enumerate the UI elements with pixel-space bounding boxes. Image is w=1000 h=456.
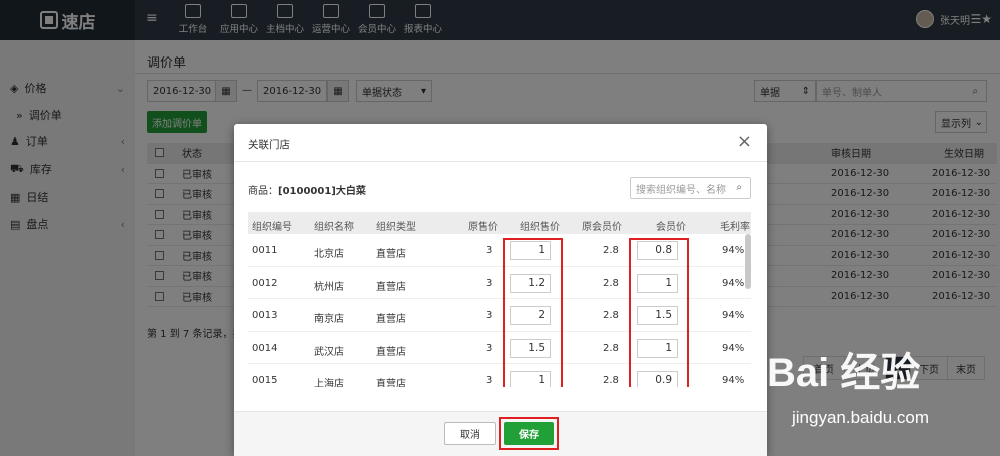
col-orig-price: 原售价 [468,222,498,233]
cell-orig-member-price: 2.8 [603,277,619,289]
cell-orig-price: 3 [486,277,493,289]
cell-margin: 94% [722,277,745,289]
cell-orig-member-price: 2.8 [603,245,619,256]
col-org-price: 组织售价 [520,222,560,233]
col-member-price: 会员价 [656,222,686,233]
cell-orig-member-price: 2.8 [603,342,619,354]
store-search-input[interactable]: 搜索组织编号、名称 ⌕ [630,177,751,199]
cell-margin: 94% [722,245,745,256]
col-margin: 毛利率 [720,222,750,233]
cell-orig-price: 3 [486,310,493,321]
search-icon[interactable]: ⌕ [736,182,742,193]
cell-orig-price: 3 [486,245,493,256]
cell-org-type: 直营店 [376,281,406,293]
scrollbar[interactable] [745,234,751,289]
close-icon[interactable]: × [737,131,752,152]
cell-orig-price: 3 [486,375,493,386]
watermark-url: jingyan.baidu.com [792,408,930,427]
watermark-logo: Bai 经验 [767,351,921,395]
cell-org-name: 上海店 [314,379,344,387]
highlight-member-price [629,238,689,387]
cell-org-code: 0012 [252,277,278,289]
col-org-type: 组织类型 [376,222,416,233]
col-org-name: 组织名称 [314,222,354,233]
cell-orig-member-price: 2.8 [603,310,619,321]
cell-orig-price: 3 [486,342,493,354]
cell-org-name: 杭州店 [314,281,344,293]
cell-orig-member-price: 2.8 [603,375,619,386]
highlight-save [499,417,559,450]
store-price-table: 组织编号 组织名称 组织类型 原售价 组织售价 原会员价 会员价 毛利率 001… [248,212,751,387]
cell-org-name: 南京店 [314,314,344,325]
cell-org-name: 北京店 [314,249,344,260]
col-org-code: 组织编号 [252,222,292,233]
cell-org-code: 0014 [252,342,278,354]
cell-org-code: 0011 [252,245,278,256]
cell-margin: 94% [722,342,745,354]
related-stores-modal: 关联门店 × 商品：[0100001]大白菜 搜索组织编号、名称 ⌕ 组织编号 组… [234,124,767,456]
product-value: [0100001]大白菜 [278,186,366,197]
cell-org-type: 直营店 [376,379,406,387]
cell-org-code: 0015 [252,375,278,386]
cancel-button[interactable]: 取消 [444,422,496,445]
product-info: 商品：[0100001]大白菜 [248,186,366,197]
highlight-org-price [503,238,563,387]
modal-header: 关联门店 × [234,124,767,162]
cell-org-name: 武汉店 [314,346,344,358]
cell-org-type: 直营店 [376,314,406,325]
cell-org-type: 直营店 [376,249,406,260]
cell-margin: 94% [722,310,745,321]
modal-title: 关联门店 [248,139,290,151]
cell-org-type: 直营店 [376,346,406,358]
cell-margin: 94% [722,375,745,386]
col-orig-member-price: 原会员价 [582,222,622,233]
table-header: 组织编号 组织名称 组织类型 原售价 组织售价 原会员价 会员价 毛利率 [248,212,751,234]
cell-org-code: 0013 [252,310,278,321]
modal-footer: 取消 保存 [234,411,767,456]
